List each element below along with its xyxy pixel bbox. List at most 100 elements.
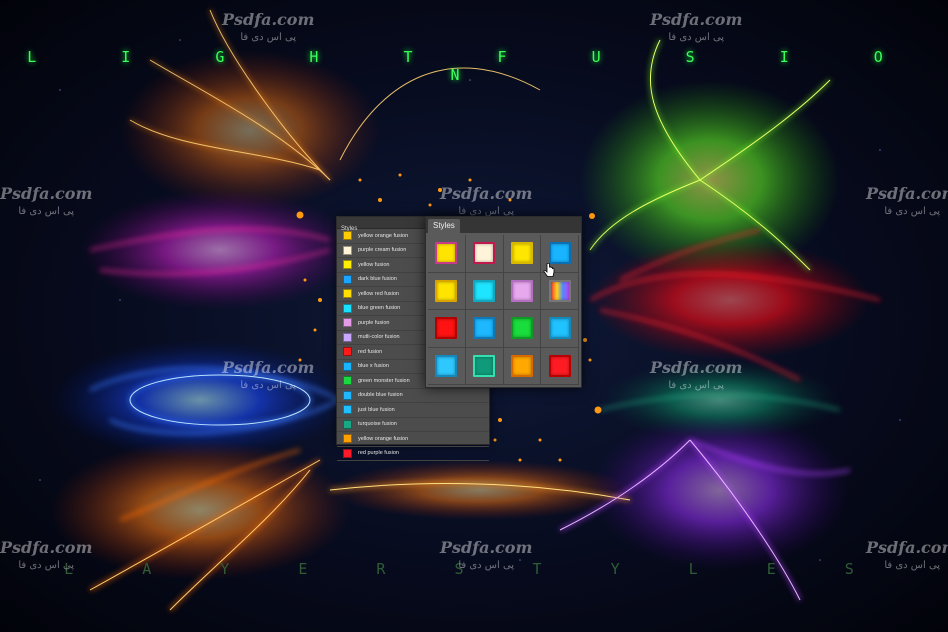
watermark-farsi: پی اس دی فا — [884, 560, 941, 571]
style-list-item-label: yellow orange fusion — [358, 435, 409, 442]
style-color-icon — [343, 245, 352, 255]
watermark-latin: Psdfa.com — [222, 358, 315, 377]
style-swatch-icon — [435, 317, 458, 340]
watermark-farsi: پی اس دی فا — [18, 560, 75, 571]
style-color-icon — [343, 231, 352, 241]
style-swatch-icon — [510, 354, 533, 377]
style-swatch-icon — [473, 242, 496, 265]
style-color-icon — [343, 419, 352, 429]
style-list-item-label: double blue fusion — [358, 392, 403, 399]
style-list-item-label: dark blue fusion — [358, 276, 397, 283]
style-swatch-cell[interactable] — [428, 310, 466, 348]
watermark: Psdfa.com پی اس دی فا — [0, 540, 92, 574]
style-color-icon — [343, 405, 352, 415]
style-swatch-icon — [473, 279, 496, 302]
watermark-latin: Psdfa.com — [0, 184, 93, 203]
style-list-item-label: purple cream fusion — [358, 247, 407, 254]
watermark-latin: Psdfa.com — [440, 184, 533, 203]
style-swatch-icon — [435, 279, 458, 302]
style-swatch-icon — [548, 354, 571, 377]
headline-light-fusion: L I G H T F U S I O N — [27, 48, 921, 84]
style-swatch-cell[interactable] — [428, 272, 466, 310]
artwork-canvas: L I G H T F U S I O N L A Y E R S T Y L … — [0, 0, 948, 632]
style-swatch-cell[interactable] — [541, 347, 579, 385]
style-color-icon — [343, 289, 352, 299]
watermark-farsi: پی اس دی فا — [240, 32, 297, 43]
style-color-icon — [343, 376, 352, 386]
watermark: Psdfa.com پی اس دی فا — [440, 540, 532, 574]
style-list-item-label: yellow orange fusion — [358, 232, 409, 239]
watermark-latin: Psdfa.com — [866, 538, 948, 557]
style-swatch-grid — [428, 235, 579, 385]
style-swatch-icon — [510, 242, 533, 265]
style-swatch-icon — [435, 354, 458, 377]
style-swatch-cell[interactable] — [503, 235, 542, 273]
watermark: Psdfa.com پی اس دی فا — [222, 12, 314, 46]
style-color-icon — [343, 448, 352, 458]
style-list-item-label: just blue fusion — [358, 406, 395, 413]
style-swatch-cell[interactable] — [503, 347, 542, 385]
style-list-item-label: blue green fusion — [358, 305, 401, 312]
watermark-latin: Psdfa.com — [440, 538, 533, 557]
watermark: Psdfa.com پی اس دی فا — [866, 540, 948, 574]
style-list-item-label: yellow red fusion — [358, 290, 399, 297]
watermark-latin: Psdfa.com — [0, 538, 93, 557]
style-swatch-cell[interactable] — [428, 235, 466, 273]
watermark-latin: Psdfa.com — [650, 10, 743, 29]
style-swatch-cell[interactable] — [428, 347, 466, 385]
style-swatch-cell[interactable] — [465, 310, 504, 348]
style-color-icon — [343, 318, 352, 328]
style-color-icon — [343, 390, 352, 400]
styles-panel-tabbar: Styles — [426, 217, 581, 233]
watermark: Psdfa.com پی اس دی فا — [222, 360, 314, 394]
style-color-icon — [343, 274, 352, 284]
style-list-item-label: purple fusion — [358, 319, 390, 326]
style-list-item[interactable]: double blue fusion — [337, 389, 489, 403]
styles-panel: Styles — [425, 216, 582, 388]
style-swatch-cell[interactable] — [465, 272, 504, 310]
style-list-item[interactable]: turquoise fusion — [337, 418, 489, 432]
style-swatch-cell[interactable] — [541, 310, 579, 348]
style-list-item-label: red fusion — [358, 348, 383, 355]
style-swatch-icon — [510, 279, 533, 302]
style-swatch-icon — [435, 242, 458, 265]
style-list-item-label: mutli-color fusion — [358, 334, 400, 341]
style-list-item-label: blue x fusion — [358, 363, 389, 370]
watermark: Psdfa.com پی اس دی فا — [440, 186, 532, 220]
watermark: Psdfa.com پی اس دی فا — [0, 186, 92, 220]
style-list-item-label: red purple fusion — [358, 450, 399, 457]
style-color-icon — [343, 260, 352, 270]
style-list-item-label: yellow fusion — [358, 261, 390, 268]
style-color-icon — [343, 332, 352, 342]
style-color-icon — [343, 434, 352, 444]
style-list-item-label: turquoise fusion — [358, 421, 397, 428]
watermark: Psdfa.com پی اس دی فا — [650, 360, 742, 394]
watermark-latin: Psdfa.com — [866, 184, 948, 203]
style-swatch-icon — [510, 317, 533, 340]
watermark-farsi: پی اس دی فا — [458, 560, 515, 571]
style-swatch-icon — [548, 242, 571, 265]
watermark-farsi: پی اس دی فا — [240, 380, 297, 391]
watermark-latin: Psdfa.com — [222, 10, 315, 29]
style-color-icon — [343, 347, 352, 357]
style-list-item-label: green monster fusion — [358, 377, 410, 384]
style-swatch-icon — [548, 279, 571, 302]
watermark-farsi: پی اس دی فا — [884, 206, 941, 217]
style-color-icon — [343, 303, 352, 313]
watermark-farsi: پی اس دی فا — [668, 380, 725, 391]
style-swatch-icon — [473, 317, 496, 340]
style-swatch-cell[interactable] — [503, 310, 542, 348]
style-swatch-icon — [473, 354, 496, 377]
style-list-item[interactable]: red purple fusion — [337, 447, 489, 461]
style-list-item[interactable]: yellow orange fusion — [337, 432, 489, 447]
watermark: Psdfa.com پی اس دی فا — [650, 12, 742, 46]
watermark-farsi: پی اس دی فا — [668, 32, 725, 43]
watermark-latin: Psdfa.com — [650, 358, 743, 377]
style-list-item[interactable]: just blue fusion — [337, 403, 489, 418]
watermark: Psdfa.com پی اس دی فا — [866, 186, 948, 220]
style-swatch-cell[interactable] — [503, 272, 542, 310]
style-swatch-cell[interactable] — [465, 235, 504, 273]
tab-styles[interactable]: Styles — [428, 219, 460, 233]
style-swatch-cell[interactable] — [465, 347, 504, 385]
watermark-farsi: پی اس دی فا — [18, 206, 75, 217]
